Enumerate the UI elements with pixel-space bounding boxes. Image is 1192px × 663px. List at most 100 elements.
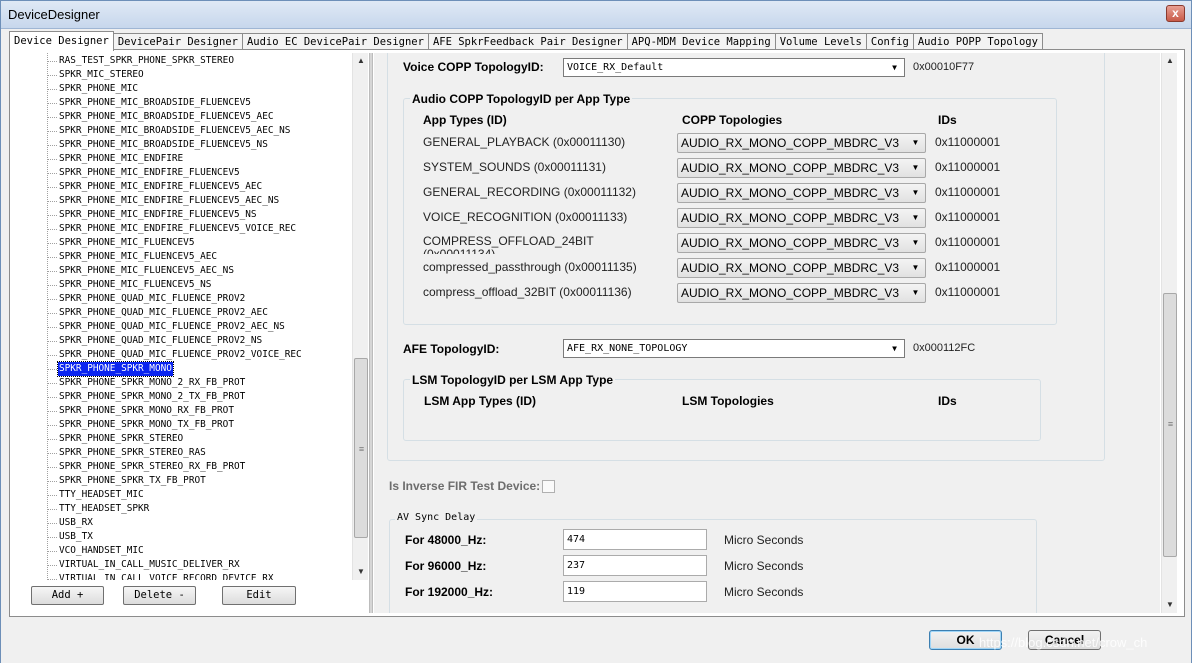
close-button[interactable]: x (1166, 5, 1185, 22)
tree-connector (47, 439, 57, 440)
tree-connector (47, 313, 57, 314)
lsm-group (403, 379, 1041, 441)
list-item[interactable]: SPKR_PHONE_QUAD_MIC_FLUENCE_PROV2_VOICE_… (47, 348, 303, 362)
list-item[interactable]: SPKR_PHONE_SPKR_MONO_2_RX_FB_PROT (47, 376, 246, 390)
av-sync-192000-input[interactable]: 119 (563, 581, 707, 602)
tree-connector (47, 117, 57, 118)
edit-button[interactable]: Edit (222, 586, 296, 605)
list-item[interactable]: SPKR_PHONE_MIC (47, 82, 139, 96)
list-item[interactable]: SPKR_PHONE_SPKR_MONO_TX_FB_PROT (47, 418, 235, 432)
device-list-scrollbar[interactable]: ▲ ≡ ▼ (352, 53, 368, 580)
list-item[interactable]: TTY_HEADSET_SPKR (47, 502, 150, 516)
list-item[interactable]: SPKR_PHONE_QUAD_MIC_FLUENCE_PROV2_AEC (47, 306, 269, 320)
list-item[interactable]: SPKR_PHONE_MIC_BROADSIDE_FLUENCEV5 (47, 96, 252, 110)
tree-connector (47, 537, 57, 538)
scroll-up-icon[interactable]: ▲ (353, 53, 369, 69)
list-item[interactable]: SPKR_PHONE_MIC_ENDFIRE (47, 152, 184, 166)
scroll-thumb[interactable]: ≡ (1163, 293, 1177, 557)
av-sync-96000-input[interactable]: 237 (563, 555, 707, 576)
list-item[interactable]: SPKR_PHONE_SPKR_STEREO_RAS (47, 446, 207, 460)
app-type-label: GENERAL_PLAYBACK (0x00011130) (423, 135, 626, 149)
list-item[interactable]: SPKR_PHONE_QUAD_MIC_FLUENCE_PROV2 (47, 292, 246, 306)
copp-topology-select[interactable]: AUDIO_RX_MONO_COPP_MBDRC_V3 ▼ (677, 133, 926, 153)
av-sync-group-title: AV Sync Delay (395, 512, 478, 523)
tab-device-designer[interactable]: Device Designer (9, 31, 114, 51)
chevron-down-icon: ▼ (911, 138, 920, 147)
tree-connector (47, 481, 57, 482)
list-item[interactable]: SPKR_PHONE_SPKR_MONO_RX_FB_PROT (47, 404, 235, 418)
tree-connector (47, 509, 57, 510)
add-button[interactable]: Add + (31, 586, 104, 605)
list-item[interactable]: USB_RX (47, 516, 94, 530)
voice-copp-select[interactable]: VOICE_RX_Default ▼ (563, 58, 905, 77)
list-item[interactable]: SPKR_PHONE_MIC_FLUENCEV5_AEC_NS (47, 264, 235, 278)
list-item[interactable]: SPKR_PHONE_MIC_ENDFIRE_FLUENCEV5_AEC_NS (47, 194, 280, 208)
list-item[interactable]: TTY_HEADSET_MIC (47, 488, 145, 502)
header-copp-topologies: COPP Topologies (682, 113, 783, 127)
chevron-down-icon: ▼ (911, 263, 920, 272)
copp-topology-value: AUDIO_RX_MONO_COPP_MBDRC_V3 (681, 136, 900, 150)
device-designer-window: DeviceDesigner x Device Designer DeviceP… (0, 0, 1192, 663)
tree-connector (47, 61, 57, 62)
tree-connector (47, 579, 57, 580)
list-item[interactable]: SPKR_PHONE_MIC_ENDFIRE_FLUENCEV5_NS (47, 208, 258, 222)
list-item[interactable]: SPKR_PHONE_SPKR_STEREO_RX_FB_PROT (47, 460, 246, 474)
delete-button[interactable]: Delete - (123, 586, 196, 605)
list-item[interactable]: VCO_HANDSET_MIC (47, 544, 145, 558)
scroll-up-icon[interactable]: ▲ (1162, 53, 1178, 69)
copp-id: 0x11000001 (935, 210, 1001, 224)
list-item[interactable]: SPKR_PHONE_QUAD_MIC_FLUENCE_PROV2_NS (47, 334, 263, 348)
tree-connector (47, 159, 57, 160)
list-item[interactable]: SPKR_PHONE_MIC_ENDFIRE_FLUENCEV5_AEC (47, 180, 263, 194)
list-item[interactable]: SPKR_PHONE_SPKR_MONO (47, 361, 174, 377)
tree-connector (47, 75, 57, 76)
scroll-down-icon[interactable]: ▼ (1162, 597, 1178, 613)
list-item[interactable]: SPKR_PHONE_MIC_FLUENCEV5_NS (47, 278, 212, 292)
list-item[interactable]: SPKR_PHONE_MIC_BROADSIDE_FLUENCEV5_NS (47, 138, 269, 152)
audio-copp-group-title: Audio COPP TopologyID per App Type (410, 92, 633, 106)
list-item[interactable]: VIRTUAL_IN_CALL_VOICE_RECORD_DEVICE_RX (47, 572, 274, 580)
copp-id: 0x11000001 (935, 135, 1001, 149)
list-item[interactable]: SPKR_PHONE_MIC_ENDFIRE_FLUENCEV5_VOICE_R… (47, 222, 297, 236)
list-item[interactable]: SPKR_PHONE_MIC_ENDFIRE_FLUENCEV5 (47, 166, 241, 180)
app-type-label: compress_offload_32BIT (0x00011136) (423, 285, 632, 299)
grip-icon: ≡ (358, 444, 365, 454)
list-item[interactable]: SPKR_PHONE_SPKR_MONO_2_TX_FB_PROT (47, 390, 246, 404)
av-sync-48000-input[interactable]: 474 (563, 529, 707, 550)
tree-connector (47, 89, 57, 90)
av-sync-192000-unit: Micro Seconds (724, 585, 804, 599)
tree-connector (47, 327, 57, 328)
app-type-label: SYSTEM_SOUNDS (0x00011131) (423, 160, 606, 174)
list-item[interactable]: SPKR_PHONE_MIC_FLUENCEV5_AEC (47, 250, 218, 264)
list-item[interactable]: SPKR_PHONE_QUAD_MIC_FLUENCE_PROV2_AEC_NS (47, 320, 286, 334)
afe-topology-select[interactable]: AFE_RX_NONE_TOPOLOGY ▼ (563, 339, 905, 358)
copp-topology-select[interactable]: AUDIO_RX_MONO_COPP_MBDRC_V3 ▼ (677, 258, 926, 278)
lsm-group-title: LSM TopologyID per LSM App Type (410, 373, 616, 387)
list-item[interactable]: USB_TX (47, 530, 94, 544)
copp-topology-value: AUDIO_RX_MONO_COPP_MBDRC_V3 (681, 211, 900, 225)
voice-copp-value: VOICE_RX_Default (567, 62, 664, 73)
list-item[interactable]: VIRTUAL_IN_CALL_MUSIC_DELIVER_RX (47, 558, 241, 572)
list-item[interactable]: SPKR_PHONE_SPKR_STEREO (47, 432, 184, 446)
copp-topology-select[interactable]: AUDIO_RX_MONO_COPP_MBDRC_V3 ▼ (677, 158, 926, 178)
properties-scrollbar[interactable]: ▲ ≡ ▼ (1161, 53, 1177, 613)
list-item[interactable]: SPKR_PHONE_MIC_BROADSIDE_FLUENCEV5_AEC (47, 110, 274, 124)
inverse-fir-checkbox[interactable] (542, 480, 555, 493)
copp-topology-select[interactable]: AUDIO_RX_MONO_COPP_MBDRC_V3 ▼ (677, 208, 926, 228)
scroll-thumb[interactable]: ≡ (354, 358, 368, 538)
device-list[interactable]: RAS_TEST_SPKR_PHONE_SPKR_STEREO SPKR_MIC_… (22, 53, 368, 580)
list-item[interactable]: SPKR_MIC_STEREO (47, 68, 145, 82)
chevron-down-icon: ▼ (911, 238, 920, 247)
list-item[interactable]: RAS_TEST_SPKR_PHONE_SPKR_STEREO (47, 54, 235, 68)
lsm-header-topologies: LSM Topologies (682, 394, 774, 408)
splitter[interactable] (369, 53, 373, 613)
tree-connector (47, 243, 57, 244)
copp-topology-select[interactable]: AUDIO_RX_MONO_COPP_MBDRC_V3 ▼ (677, 183, 926, 203)
list-item[interactable]: SPKR_PHONE_MIC_FLUENCEV5 (47, 236, 195, 250)
list-item[interactable]: SPKR_PHONE_MIC_BROADSIDE_FLUENCEV5_AEC_N… (47, 124, 291, 138)
copp-topology-select[interactable]: AUDIO_RX_MONO_COPP_MBDRC_V3 ▼ (677, 283, 926, 303)
scroll-down-icon[interactable]: ▼ (353, 564, 369, 580)
copp-topology-select[interactable]: AUDIO_RX_MONO_COPP_MBDRC_V3 ▼ (677, 233, 926, 253)
list-item[interactable]: SPKR_PHONE_SPKR_TX_FB_PROT (47, 474, 207, 488)
tree-connector (47, 551, 57, 552)
